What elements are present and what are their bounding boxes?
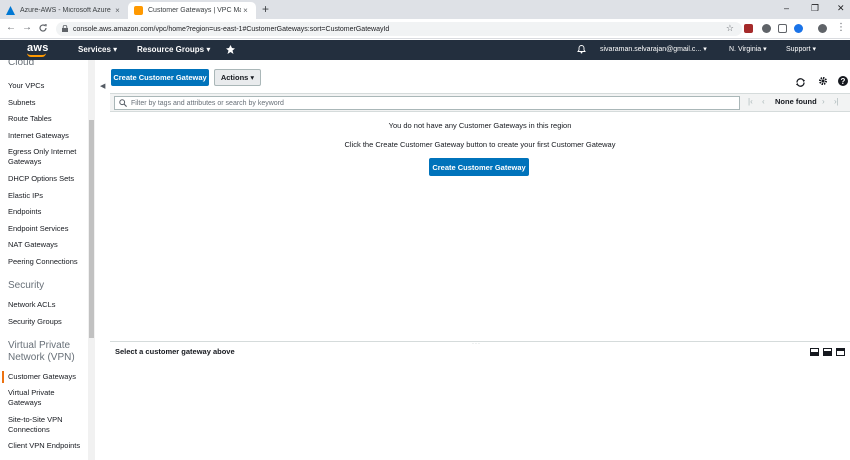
browser-tab-strip: Azure-AWS - Microsoft Azure × Customer G… — [0, 0, 850, 19]
last-page-icon[interactable]: ›| — [834, 97, 839, 106]
chevron-down-icon: ▾ — [763, 46, 767, 53]
extension-icon[interactable] — [762, 24, 771, 33]
create-customer-gateway-button[interactable]: Create Customer Gateway — [111, 69, 209, 86]
aws-logo-smile-icon — [27, 53, 46, 57]
browser-tab-azure[interactable]: Azure-AWS - Microsoft Azure × — [0, 2, 128, 19]
services-label: Services — [78, 45, 111, 54]
sidebar-heading-security: Security — [8, 280, 45, 291]
gear-icon[interactable] — [818, 76, 828, 89]
close-tab-icon[interactable]: × — [241, 6, 250, 15]
sidebar-item-route-tables[interactable]: Route Tables — [8, 114, 86, 124]
svg-text:?: ? — [841, 77, 846, 86]
next-page-icon[interactable]: › — [822, 97, 825, 106]
search-icon — [119, 99, 127, 107]
sidebar-item-virtual-private-gateways[interactable]: Virtual Private Gateways — [8, 388, 86, 408]
help-icon[interactable]: ? — [838, 76, 848, 89]
sidebar-item-site-to-site-vpn[interactable]: Site-to-Site VPN Connections — [8, 415, 86, 435]
chevron-down-icon: ▾ — [113, 45, 118, 54]
filter-search-input[interactable]: Filter by tags and attributes or search … — [114, 96, 740, 110]
actions-button[interactable]: Actions ▾ — [214, 69, 261, 86]
bell-icon[interactable] — [577, 44, 586, 56]
empty-state-create-button[interactable]: Create Customer Gateway — [429, 158, 529, 176]
resource-groups-label: Resource Groups — [137, 45, 205, 54]
collapse-sidebar-icon[interactable]: ◀ — [100, 82, 105, 90]
sidebar-item-egress-only-internet-gateways[interactable]: Egress Only Internet Gateways — [8, 147, 86, 167]
extension-gear-icon[interactable] — [778, 24, 787, 33]
vpc-sidebar: Cloud Your VPCs Subnets Route Tables Int… — [0, 60, 96, 460]
sidebar-item-endpoint-services[interactable]: Endpoint Services — [8, 224, 86, 234]
sidebar-item-client-vpn-endpoints[interactable]: Client VPN Endpoints — [8, 441, 86, 451]
sidebar-item-your-vpcs[interactable]: Your VPCs — [8, 81, 86, 91]
url-field[interactable]: console.aws.amazon.com/vpc/home?region=u… — [56, 22, 742, 36]
close-tab-icon[interactable]: × — [113, 6, 122, 15]
sidebar-item-internet-gateways[interactable]: Internet Gateways — [8, 131, 86, 141]
tab-title: Customer Gateways | VPC Management Conso… — [148, 7, 241, 14]
sidebar-heading-vpn: Virtual Private Network (VPN) — [8, 340, 75, 363]
aws-top-nav: aws Services ▾ Resource Groups ▾ sivaram… — [0, 40, 850, 60]
pin-icon[interactable] — [226, 45, 235, 56]
chevron-down-icon: ▾ — [248, 73, 255, 82]
sidebar-item-peering-connections[interactable]: Peering Connections — [8, 257, 86, 267]
browser-tab-vpc[interactable]: Customer Gateways | VPC Management Conso… — [128, 2, 256, 19]
new-tab-button[interactable]: + — [262, 3, 269, 15]
layout-split-bottom-icon[interactable] — [810, 348, 819, 356]
tab-title: Azure-AWS - Microsoft Azure — [20, 7, 111, 14]
sidebar-item-subnets[interactable]: Subnets — [8, 98, 86, 108]
sidebar-item-endpoints[interactable]: Endpoints — [8, 207, 86, 217]
azure-favicon-icon — [6, 6, 15, 15]
refresh-icon[interactable] — [795, 77, 806, 91]
filter-placeholder: Filter by tags and attributes or search … — [131, 99, 284, 107]
sidebar-item-dhcp-options-sets[interactable]: DHCP Options Sets — [8, 174, 86, 184]
extension-red-icon[interactable] — [744, 24, 753, 33]
pagination-status: None found — [775, 97, 817, 106]
empty-state-message: You do not have any Customer Gateways in… — [388, 121, 572, 130]
extension-circle-icon[interactable] — [794, 24, 803, 33]
detail-pane-title: Select a customer gateway above — [115, 347, 235, 356]
resource-groups-menu[interactable]: Resource Groups ▾ — [137, 45, 210, 54]
active-item-indicator — [2, 371, 4, 383]
layout-split-half-icon[interactable] — [823, 348, 832, 356]
lock-icon — [62, 24, 68, 34]
profile-avatar-icon[interactable] — [818, 24, 827, 33]
chevron-down-icon: ▾ — [206, 45, 211, 54]
close-window-icon[interactable]: ✕ — [837, 3, 845, 14]
layout-split-top-icon[interactable] — [836, 348, 845, 356]
region-label: N. Virginia — [729, 46, 762, 53]
browser-menu-icon[interactable]: ⋮ — [836, 23, 846, 33]
sidebar-item-nat-gateways[interactable]: NAT Gateways — [8, 240, 86, 250]
chevron-down-icon: ▾ — [812, 46, 816, 53]
services-menu[interactable]: Services ▾ — [78, 45, 117, 54]
url-text: console.aws.amazon.com/vpc/home?region=u… — [73, 25, 390, 33]
empty-state-hint: Click the Create Customer Gateway button… — [344, 140, 616, 149]
sidebar-item-security-groups[interactable]: Security Groups — [8, 317, 86, 327]
support-label: Support — [786, 46, 811, 53]
aws-favicon-icon — [134, 6, 143, 15]
back-arrow-icon[interactable]: ← — [6, 23, 16, 33]
region-menu[interactable]: N. Virginia ▾ — [729, 45, 767, 53]
first-page-icon[interactable]: |‹ — [748, 97, 753, 106]
chevron-down-icon: ▾ — [703, 46, 707, 53]
sidebar-scrollbar-thumb[interactable] — [89, 120, 94, 338]
minimize-window-icon[interactable]: – — [784, 3, 789, 13]
previous-page-icon[interactable]: ‹ — [762, 97, 765, 106]
actions-label: Actions — [220, 73, 249, 82]
browser-address-bar: ← → console.aws.amazon.com/vpc/home?regi… — [0, 19, 850, 39]
filter-bar: Filter by tags and attributes or search … — [110, 93, 850, 112]
support-menu[interactable]: Support ▾ — [786, 45, 816, 53]
reload-icon[interactable] — [38, 23, 48, 36]
restore-window-icon[interactable]: ❐ — [811, 3, 819, 14]
bookmark-star-icon[interactable]: ☆ — [726, 23, 734, 34]
sidebar-item-elastic-ips[interactable]: Elastic IPs — [8, 191, 86, 201]
splitter-grip-icon[interactable]: ··· — [472, 341, 481, 347]
account-email: sivaraman.selvarajan@gmail.c... — [600, 46, 702, 53]
account-menu[interactable]: sivaraman.selvarajan@gmail.c... ▾ — [600, 45, 707, 53]
sidebar-item-customer-gateways[interactable]: Customer Gateways — [8, 372, 86, 382]
sidebar-heading-cloud: Cloud — [8, 60, 35, 68]
forward-arrow-icon[interactable]: → — [22, 23, 32, 33]
sidebar-item-network-acls[interactable]: Network ACLs — [8, 300, 86, 310]
